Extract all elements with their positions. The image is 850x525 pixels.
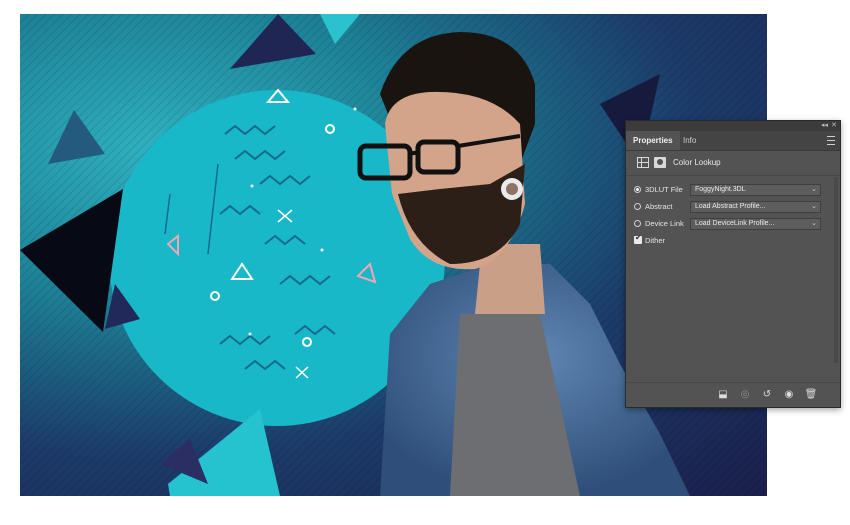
select-3dlut-file-value: FoggyNight.3DL bbox=[695, 186, 746, 193]
row-3dlut-file: 3DLUT File FoggyNight.3DL ⌄ bbox=[626, 183, 840, 199]
select-device-link[interactable]: Load DeviceLink Profile... ⌄ bbox=[690, 218, 821, 230]
select-device-link-value: Load DeviceLink Profile... bbox=[695, 220, 775, 227]
properties-panel: ◂◂ ✕ Properties Info Color Lookup 3DLUT … bbox=[625, 120, 841, 408]
radio-3dlut-file[interactable] bbox=[634, 186, 641, 193]
chevron-down-icon: ⌄ bbox=[811, 186, 817, 193]
layer-mask-icon[interactable] bbox=[654, 157, 666, 168]
panel-scrollbar[interactable] bbox=[834, 177, 838, 363]
select-abstract-value: Load Abstract Profile... bbox=[695, 203, 766, 210]
chevron-down-icon: ⌄ bbox=[811, 203, 817, 210]
trash-icon[interactable]: 🗑 bbox=[804, 388, 818, 402]
chevron-down-icon: ⌄ bbox=[811, 220, 817, 227]
view-previous-state-icon[interactable]: ◎ bbox=[738, 388, 752, 402]
reset-icon[interactable]: ↺ bbox=[760, 388, 774, 402]
row-device-link: Device Link Load DeviceLink Profile... ⌄ bbox=[626, 217, 840, 233]
radio-abstract[interactable] bbox=[634, 203, 641, 210]
panel-footer: ⬓ ◎ ↺ ◉ 🗑 bbox=[626, 382, 840, 407]
label-3dlut-file: 3DLUT File bbox=[645, 185, 683, 194]
label-dither: Dither bbox=[645, 236, 666, 245]
adjustment-grid-icon[interactable] bbox=[637, 157, 649, 168]
tab-info[interactable]: Info bbox=[676, 131, 703, 150]
checkmark-icon: ✔ bbox=[635, 233, 642, 242]
panel-titlebar[interactable]: ◂◂ ✕ bbox=[626, 121, 840, 131]
dither-checkbox[interactable]: ✔ bbox=[634, 233, 642, 244]
select-abstract[interactable]: Load Abstract Profile... ⌄ bbox=[690, 201, 821, 213]
label-device-link: Device Link bbox=[645, 219, 684, 228]
row-dither: ✔ Dither bbox=[626, 233, 840, 250]
adjustment-header: Color Lookup bbox=[626, 151, 840, 176]
clip-to-layer-icon[interactable]: ⬓ bbox=[716, 388, 730, 402]
select-3dlut-file[interactable]: FoggyNight.3DL ⌄ bbox=[690, 184, 821, 196]
panel-tabs: Properties Info bbox=[626, 131, 840, 151]
label-abstract: Abstract bbox=[645, 202, 673, 211]
close-panel-icon[interactable]: ✕ bbox=[831, 121, 837, 131]
row-abstract: Abstract Load Abstract Profile... ⌄ bbox=[626, 200, 840, 216]
collapse-panel-icon[interactable]: ◂◂ bbox=[821, 121, 828, 131]
visibility-eye-icon[interactable]: ◉ bbox=[782, 388, 796, 402]
adjustment-title: Color Lookup bbox=[673, 158, 721, 167]
radio-device-link[interactable] bbox=[634, 220, 641, 227]
panel-menu-icon[interactable] bbox=[827, 136, 835, 145]
tab-properties[interactable]: Properties bbox=[626, 131, 680, 150]
